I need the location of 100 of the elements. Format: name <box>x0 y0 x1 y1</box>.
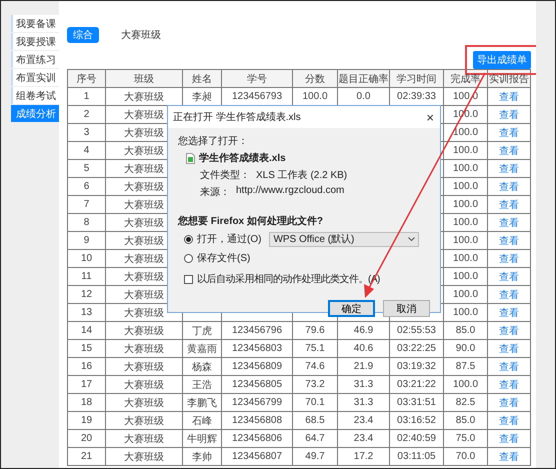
table-cell: 100.0 <box>444 196 488 214</box>
table-cell: 100.0 <box>444 142 488 160</box>
table-cell: 8 <box>68 214 106 232</box>
table-cell: 石峰 <box>182 412 222 430</box>
table-cell: 85.0 <box>444 322 488 340</box>
table-cell: 大赛班级 <box>106 358 182 376</box>
detail-label: 来源： <box>200 186 230 199</box>
table-cell: 31.3 <box>338 376 390 394</box>
table-cell: 68.5 <box>292 412 338 430</box>
table-cell: 大赛班级 <box>106 322 182 340</box>
sidebar-item[interactable]: 组卷考试 <box>11 87 59 104</box>
table-cell: 17 <box>68 376 106 394</box>
table-cell: 4 <box>68 142 106 160</box>
table-cell: 17.2 <box>338 448 390 466</box>
table-cell: 75.0 <box>444 430 488 448</box>
table-cell: 82.5 <box>444 394 488 412</box>
table-cell: 13 <box>68 304 106 322</box>
column-header: 题目正确率 <box>338 70 390 88</box>
table-cell: 02:55:53 <box>390 322 444 340</box>
table-cell: 王浩 <box>182 376 222 394</box>
table-cell: 李鹏飞 <box>182 394 222 412</box>
table-cell: 64.7 <box>292 430 338 448</box>
table-cell: 100.0 <box>444 178 488 196</box>
table-cell: 100.0 <box>444 232 488 250</box>
table-cell: 85.0 <box>444 412 488 430</box>
dialog-button[interactable]: 取消 <box>383 300 430 317</box>
table-cell: 02:40:59 <box>390 430 444 448</box>
table-cell: 100.0 <box>444 250 488 268</box>
detail-label: 文件类型： <box>200 168 250 182</box>
option-label[interactable]: 打开，通过(O) <box>197 232 262 246</box>
close-button[interactable]: × <box>426 110 434 124</box>
checkbox[interactable] <box>184 274 193 284</box>
table-cell: 100.0 <box>444 160 488 178</box>
column-header: 实训报告 <box>488 70 530 88</box>
table-cell: 46.9 <box>338 322 390 340</box>
table-cell: 03:16:52 <box>390 412 444 430</box>
column-header: 学号 <box>222 70 292 88</box>
table-cell: 7 <box>68 196 106 214</box>
table-cell: 大赛班级 <box>106 448 182 466</box>
radio-button[interactable] <box>184 254 193 262</box>
table-cell: 100.0 <box>444 268 488 286</box>
table-cell: 123456806 <box>222 430 292 448</box>
table-cell: 79.6 <box>292 322 338 340</box>
tab[interactable]: 综合 <box>67 27 99 43</box>
app-dropdown[interactable]: WPS Office (默认) <box>269 232 420 246</box>
table-cell: 123456799 <box>222 394 292 412</box>
table-cell: 10 <box>68 250 106 268</box>
table-cell: 6 <box>68 178 106 196</box>
table-cell: 14 <box>68 322 106 340</box>
table-cell: 11 <box>68 268 106 286</box>
table-cell: 123456807 <box>222 448 292 466</box>
table-cell: 19 <box>68 412 106 430</box>
spreadsheet-file-icon <box>186 152 195 164</box>
table-cell: 123456808 <box>222 412 292 430</box>
table-cell: 31.3 <box>338 394 390 412</box>
column-header: 分数 <box>292 70 338 88</box>
column-header: 完成率 <box>444 70 488 88</box>
table-cell: 18 <box>68 394 106 412</box>
column-header: 序号 <box>68 70 106 88</box>
table-cell: 李帅 <box>182 448 222 466</box>
table-cell: 49.7 <box>292 448 338 466</box>
column-header: 姓名 <box>182 70 222 88</box>
table-cell: 70.1 <box>292 394 338 412</box>
table-cell: 03:31:51 <box>390 394 444 412</box>
table-cell: 100.0 <box>444 376 488 394</box>
table-cell: 大赛班级 <box>106 430 182 448</box>
table-cell: 5 <box>68 160 106 178</box>
table-cell: 23.4 <box>338 412 390 430</box>
table-cell: 2 <box>68 106 106 124</box>
sidebar-item[interactable]: 布置练习 <box>11 51 59 68</box>
option-label[interactable]: 保存文件(S) <box>197 251 250 265</box>
table-cell: 123456796 <box>222 322 292 340</box>
export-button[interactable]: 导出成绩单 <box>473 51 531 69</box>
tab[interactable]: 大赛班级 <box>115 27 167 43</box>
table-cell: 21 <box>68 448 106 466</box>
table-cell: 03:11:05 <box>390 448 444 466</box>
table-cell: 16 <box>68 358 106 376</box>
table-cell: 20 <box>68 430 106 448</box>
sidebar-item[interactable]: 成绩分析 <box>11 105 59 122</box>
radio-button[interactable] <box>184 234 193 244</box>
detail-value: http://www.rgzcloud.com <box>236 185 344 198</box>
table-cell: 40.6 <box>338 340 390 358</box>
table-cell: 杨森 <box>182 358 222 376</box>
table-cell: 03:19:32 <box>390 358 444 376</box>
column-header: 班级 <box>106 70 182 88</box>
sidebar-item[interactable]: 我要授课 <box>11 33 59 50</box>
table-cell: 100.0 <box>444 304 488 322</box>
table-cell: 100.0 <box>444 124 488 142</box>
detail-value: XLS 工作表 (2.2 KB) <box>256 168 348 182</box>
sidebar-item[interactable]: 我要备课 <box>11 15 59 32</box>
table-cell: 03:21:22 <box>390 376 444 394</box>
table-cell: 牛明辉 <box>182 430 222 448</box>
table-cell: 123456805 <box>222 376 292 394</box>
table-cell: 100.0 <box>444 286 488 304</box>
table-cell: 黄嘉雨 <box>182 340 222 358</box>
dialog-button[interactable]: 确定 <box>328 300 375 317</box>
table-cell: 74.6 <box>292 358 338 376</box>
sidebar-item[interactable]: 布置实训 <box>11 69 59 86</box>
column-header: 学习时间 <box>390 70 444 88</box>
table-cell: 75.1 <box>292 340 338 358</box>
